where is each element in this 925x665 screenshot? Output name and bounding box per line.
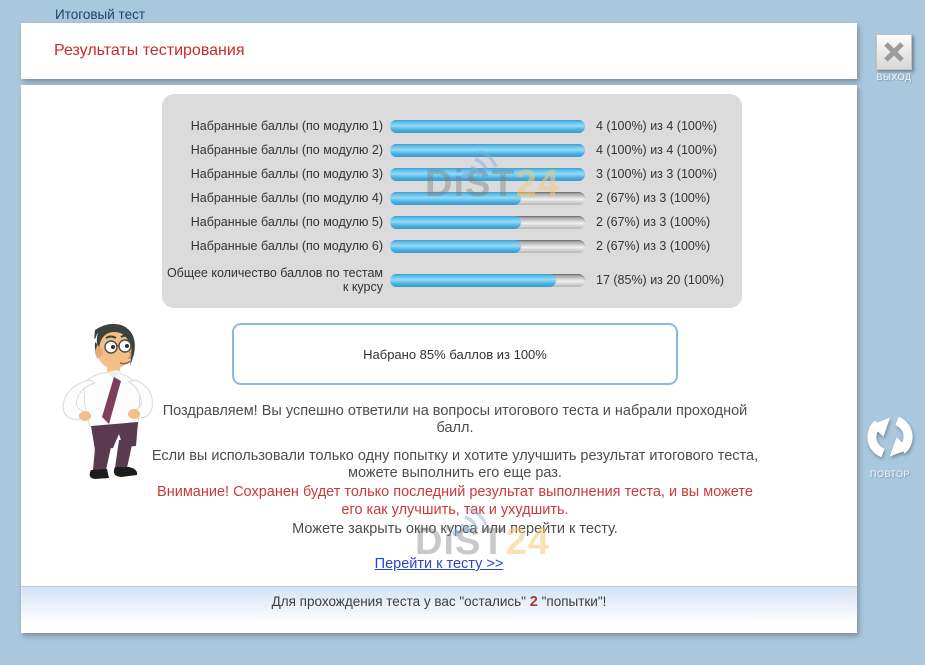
go-to-test-link[interactable]: Перейти к тесту >> — [375, 556, 504, 572]
progress-bar — [390, 216, 585, 229]
score-label: Набранные баллы (по модулю 6) — [162, 239, 390, 253]
score-row: Набранные баллы (по модулю 5) 2 (67%) из… — [162, 210, 742, 234]
progress-bar — [390, 274, 585, 287]
congrats-text: Поздравляем! Вы успешно ответили на вопр… — [150, 403, 760, 437]
attempts-text-after: "попытки"! — [542, 594, 607, 609]
attempts-footer-bar: Для прохождения теста у вас "остались" 2… — [21, 586, 857, 633]
score-label: Общее количество баллов по тестам к курс… — [162, 266, 390, 295]
score-value: 17 (85%) из 20 (100%) — [596, 273, 724, 287]
scores-panel: Набранные баллы (по модулю 1) 4 (100%) и… — [162, 94, 742, 308]
progress-bar — [390, 192, 585, 205]
attempts-text-before: Для прохождения теста у вас "остались" — [272, 594, 526, 609]
refresh-arrows-icon — [865, 412, 915, 462]
score-summary-box: Набрано 85% баллов из 100% — [232, 323, 678, 385]
exit-button[interactable]: ВЫХОД — [872, 34, 916, 82]
score-value: 2 (67%) из 3 (100%) — [596, 215, 710, 229]
test-results-page: Итоговый тест Результаты тестирования ВЫ… — [0, 0, 925, 665]
results-content-panel: Набранные баллы (по модулю 1) 4 (100%) и… — [21, 85, 857, 633]
exit-button-label: ВЫХОД — [872, 72, 916, 82]
progress-bar — [390, 120, 585, 133]
close-info-text: Можете закрыть окно курса или перейти к … — [150, 521, 760, 538]
warning-text: Внимание! Сохранен будет только последни… — [150, 484, 760, 518]
score-value: 4 (100%) из 4 (100%) — [596, 119, 717, 133]
score-row: Набранные баллы (по модулю 2) 4 (100%) и… — [162, 138, 742, 162]
score-row: Набранные баллы (по модулю 1) 4 (100%) и… — [162, 114, 742, 138]
window-title: Итоговый тест — [55, 7, 145, 22]
score-label: Набранные баллы (по модулю 1) — [162, 119, 390, 133]
retry-info-text: Если вы использовали только одну попытку… — [150, 448, 760, 482]
score-value: 2 (67%) из 3 (100%) — [596, 191, 710, 205]
score-row: Набранные баллы (по модулю 3) 3 (100%) и… — [162, 162, 742, 186]
score-row-total: Общее количество баллов по тестам к курс… — [162, 260, 742, 300]
repeat-button-label: ПОВТОР — [860, 469, 920, 479]
progress-bar — [390, 144, 585, 157]
progress-bar — [390, 240, 585, 253]
result-messages: Поздравляем! Вы успешно ответили на вопр… — [150, 403, 760, 540]
score-label: Набранные баллы (по модулю 2) — [162, 143, 390, 157]
score-label: Набранные баллы (по модулю 4) — [162, 191, 390, 205]
results-header-bar: Результаты тестирования — [21, 23, 857, 79]
repeat-button[interactable]: ПОВТОР — [860, 412, 920, 479]
score-value: 3 (100%) из 3 (100%) — [596, 167, 717, 181]
score-label: Набранные баллы (по модулю 5) — [162, 215, 390, 229]
score-value: 2 (67%) из 3 (100%) — [596, 239, 710, 253]
page-title: Результаты тестирования — [54, 42, 244, 60]
score-label: Набранные баллы (по модулю 3) — [162, 167, 390, 181]
score-summary-text: Набрано 85% баллов из 100% — [363, 347, 547, 362]
score-value: 4 (100%) из 4 (100%) — [596, 143, 717, 157]
attempts-count: 2 — [530, 594, 538, 610]
progress-bar — [390, 168, 585, 181]
close-x-icon[interactable] — [876, 34, 912, 70]
score-row: Набранные баллы (по модулю 6) 2 (67%) из… — [162, 234, 742, 258]
score-row: Набранные баллы (по модулю 4) 2 (67%) из… — [162, 186, 742, 210]
